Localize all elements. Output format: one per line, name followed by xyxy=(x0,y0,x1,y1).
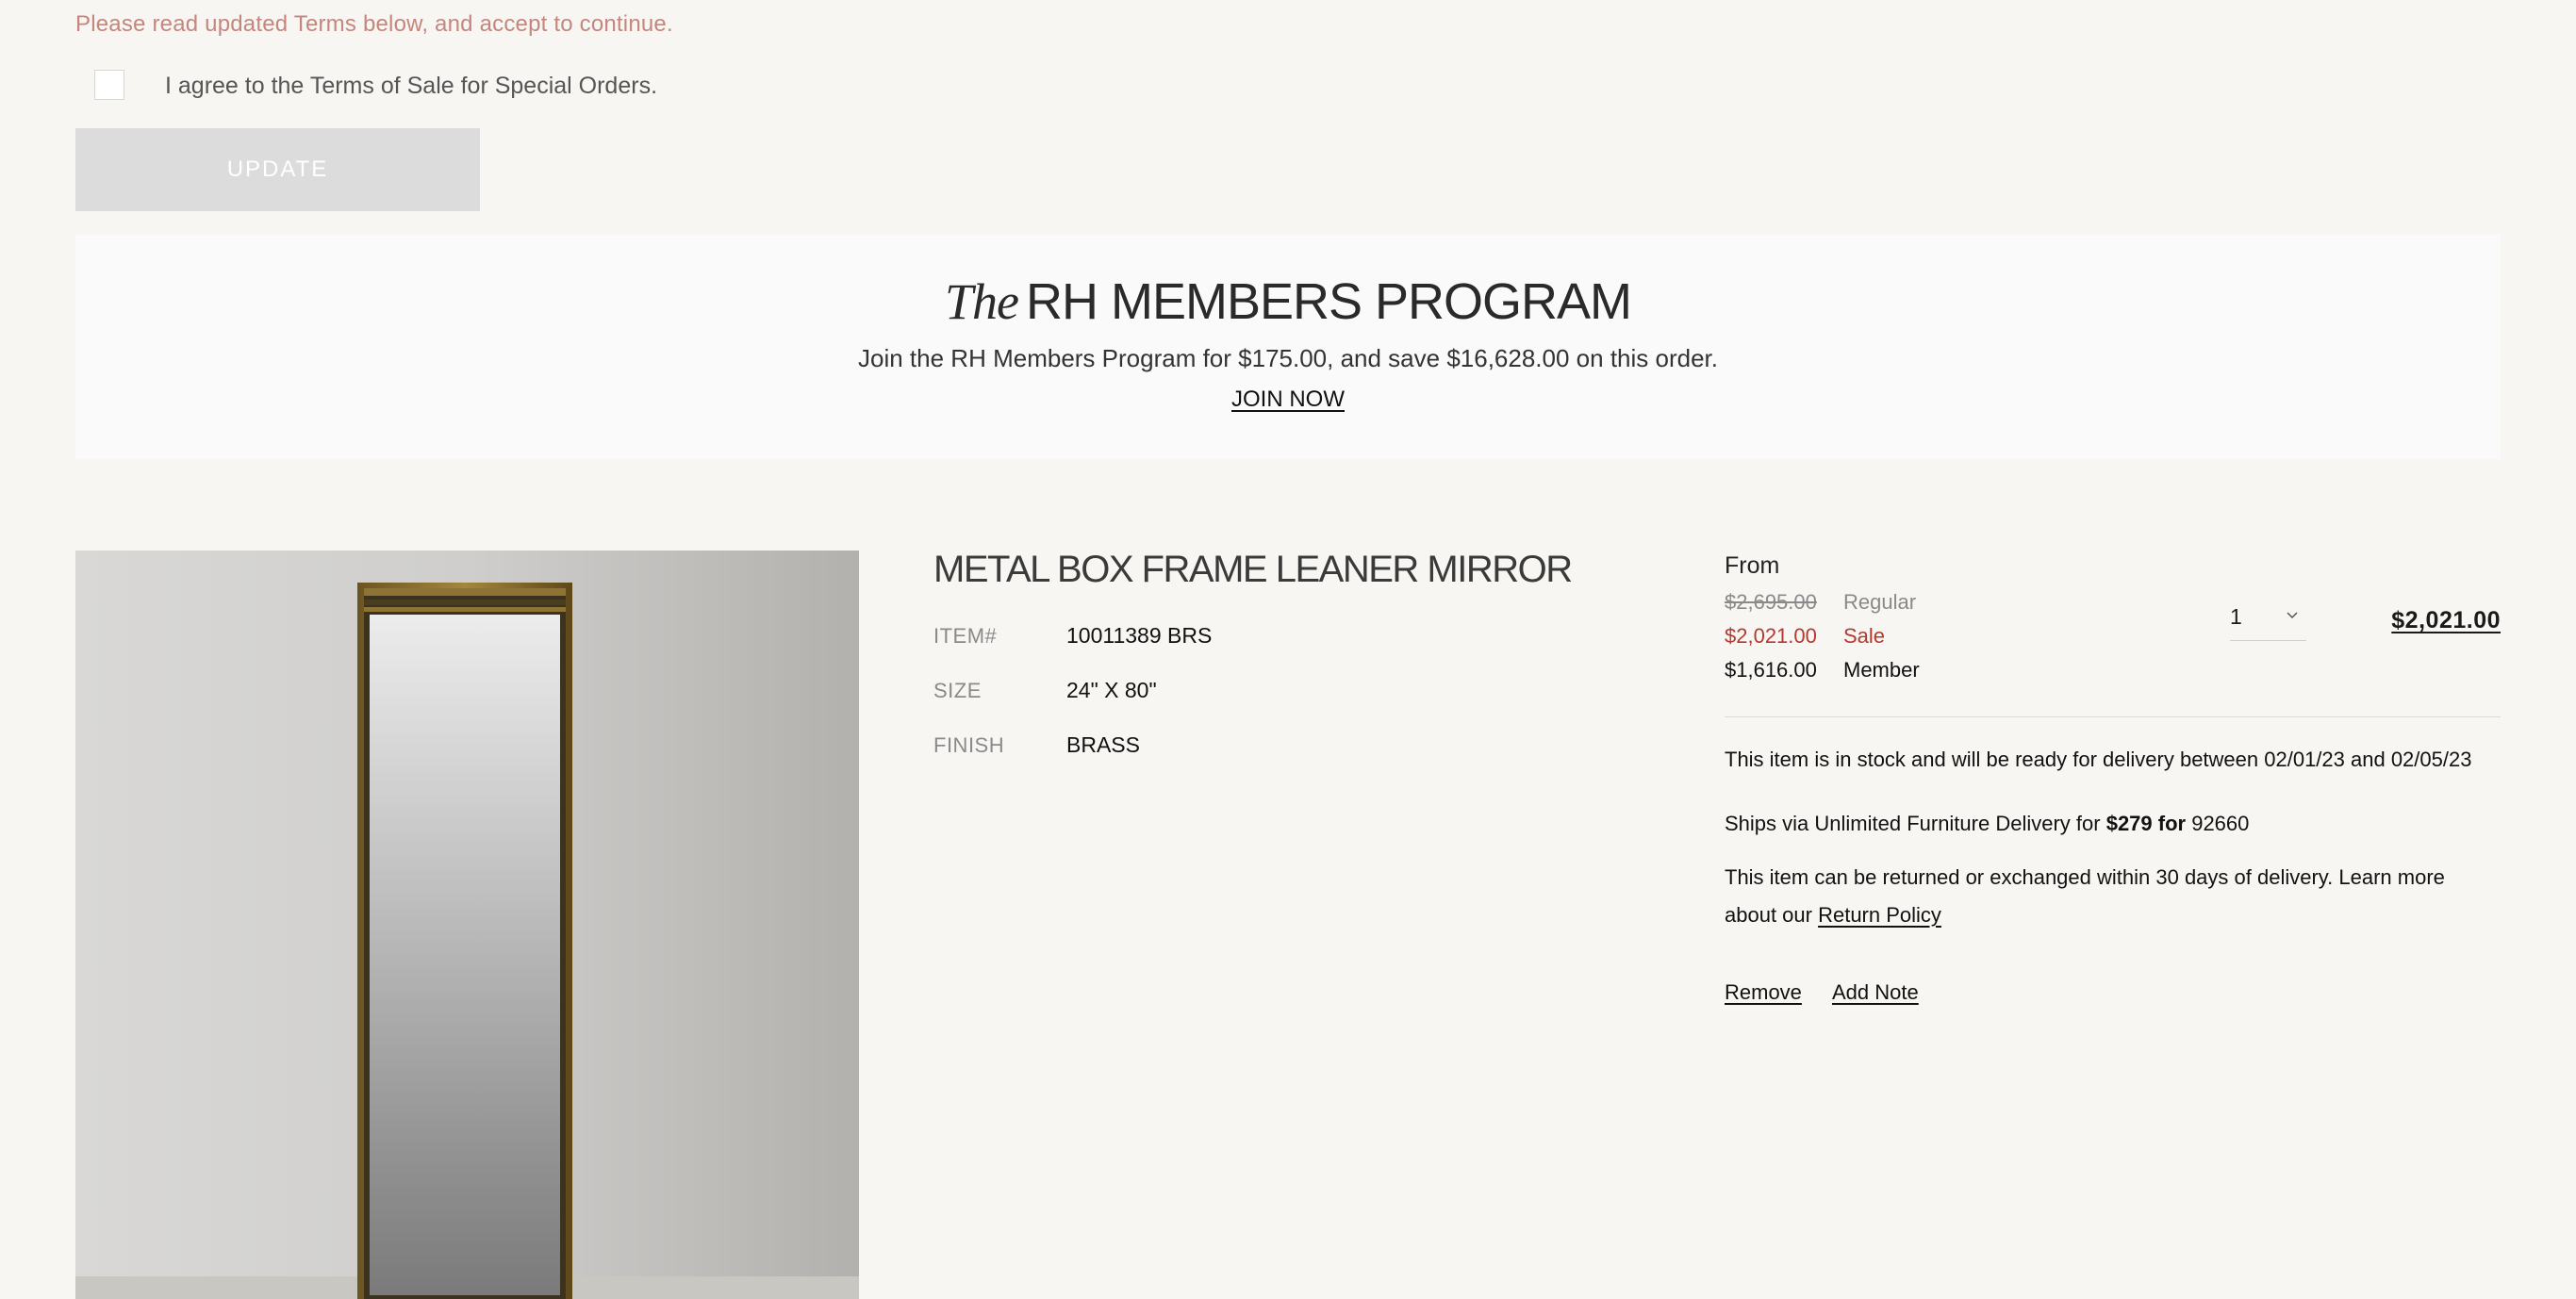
shipping-zip: 92660 xyxy=(2186,812,2250,835)
spec-label-size: SIZE xyxy=(933,679,982,702)
spec-value-finish: BRASS xyxy=(1066,732,1140,757)
price-divider xyxy=(1725,716,2501,717)
join-now-link[interactable]: JOIN NOW xyxy=(1231,386,1345,412)
quantity-select[interactable]: 1 xyxy=(2230,600,2306,641)
sale-price: $2,021.00 xyxy=(1725,624,1817,648)
members-title-main: RH MEMBERS PROGRAM xyxy=(1025,273,1632,330)
returns-info: This item can be returned or exchanged w… xyxy=(1725,859,2501,934)
chevron-down-icon xyxy=(2287,612,2298,619)
regular-price-label: Regular xyxy=(1843,590,1917,614)
mirror-illustration xyxy=(75,551,859,1299)
quantity-value: 1 xyxy=(2230,604,2242,629)
remove-link[interactable]: Remove xyxy=(1725,980,1802,1005)
spec-value-size: 24" X 80" xyxy=(1066,678,1157,702)
members-program-subtitle: Join the RH Members Program for $175.00,… xyxy=(858,344,1718,372)
sale-price-label: Sale xyxy=(1843,624,1886,648)
terms-agree-checkbox[interactable] xyxy=(94,70,124,100)
price-from-label: From xyxy=(1725,552,1780,579)
spec-label-finish: FINISH xyxy=(933,733,1005,757)
shipping-info: Ships via Unlimited Furniture Delivery f… xyxy=(1725,812,2501,836)
line-item-total[interactable]: $2,021.00 xyxy=(2391,607,2501,634)
product-image[interactable] xyxy=(75,551,859,1299)
terms-warning-text: Please read updated Terms below, and acc… xyxy=(75,11,673,37)
spec-value-item: 10011389 BRS xyxy=(1066,623,1213,648)
members-program-banner: The RH MEMBERS PROGRAM Join the RH Member… xyxy=(75,235,2501,459)
spec-label-item: ITEM# xyxy=(933,624,998,648)
stock-delivery-text: This item is in stock and will be ready … xyxy=(1725,748,2472,771)
return-policy-link[interactable]: Return Policy xyxy=(1818,903,1941,927)
shipping-price: $279 for xyxy=(2105,812,2187,835)
member-price: $1,616.00 xyxy=(1725,658,1817,682)
join-now-container: JOIN NOW xyxy=(75,386,2501,413)
product-name[interactable]: METAL BOX FRAME LEANER MIRROR xyxy=(933,549,1573,591)
shipping-prefix: Ships via Unlimited Furniture Delivery f… xyxy=(1725,812,2106,835)
terms-agree-label[interactable]: I agree to the Terms of Sale for Special… xyxy=(165,73,657,100)
add-note-link[interactable]: Add Note xyxy=(1832,980,1919,1005)
regular-price: $2,695.00 xyxy=(1725,590,1817,614)
members-program-title: The RH MEMBERS PROGRAM xyxy=(75,272,2501,331)
member-price-label: Member xyxy=(1843,658,1920,682)
members-title-italic: The xyxy=(944,273,1019,330)
update-button[interactable]: UPDATE xyxy=(75,128,480,211)
